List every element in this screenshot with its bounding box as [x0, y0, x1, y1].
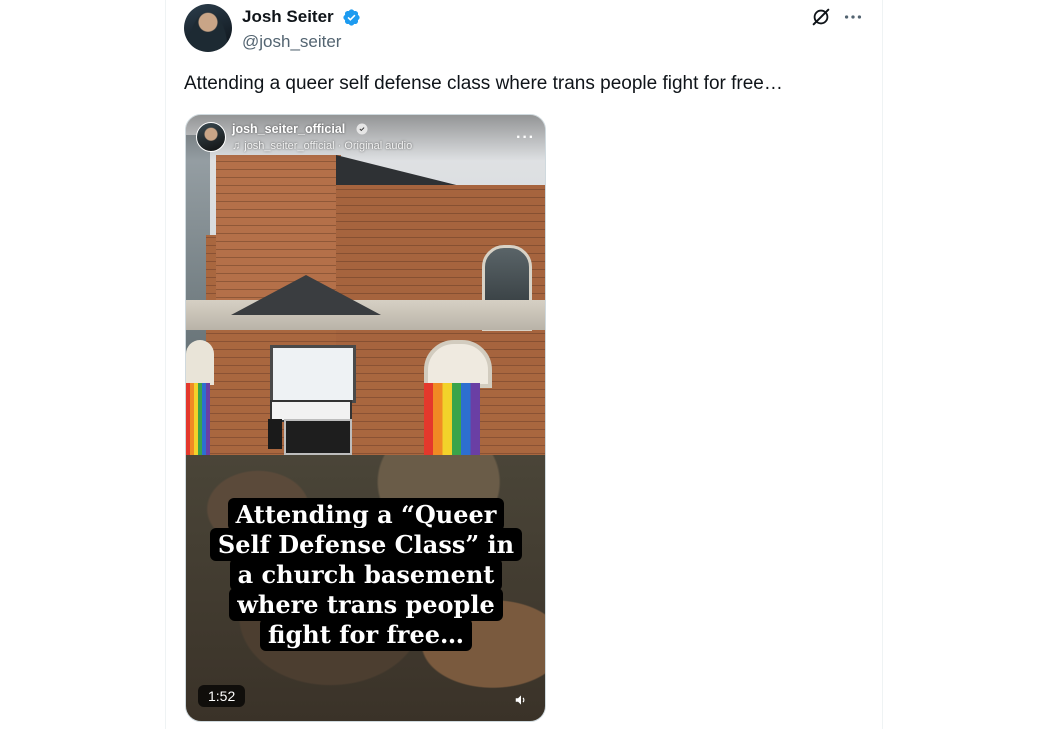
video-overlay-audio: ♫ josh_seiter_official · Original audio: [232, 140, 412, 152]
video-overlay-avatar: [196, 122, 226, 152]
video-caption-line: where trans people: [229, 588, 503, 621]
video-frame-stone-band: [186, 300, 545, 330]
grok-icon[interactable]: [810, 6, 832, 28]
video-caption-line: a church basement: [229, 558, 503, 591]
video-caption-line: Self Defense Class” in: [209, 528, 523, 561]
tweet-text: Attending a queer self defense class whe…: [184, 73, 783, 94]
volume-icon[interactable]: [514, 693, 528, 707]
video-frame-door-arch: [424, 340, 492, 388]
video-caption-line: fight for free…: [260, 618, 472, 651]
verified-badge-icon: [356, 123, 368, 135]
more-icon[interactable]: [842, 6, 864, 28]
video-frame-church-sign: [270, 345, 356, 403]
verified-badge-icon: [343, 9, 360, 26]
video-duration: 1:52: [198, 685, 246, 707]
author-display-name[interactable]: Josh Seiter: [242, 7, 334, 27]
video-caption-line: Attending a “Queer: [227, 498, 505, 531]
video-frame-door-arch: [186, 340, 214, 385]
music-note-icon: ♫: [232, 140, 241, 152]
video-overlay-audio-label: josh_seiter_official · Original audio: [244, 140, 413, 152]
video-overlay-username: josh_seiter_official: [232, 122, 346, 136]
video-frame-church-sign: [284, 419, 352, 455]
author-handle[interactable]: @josh_seiter: [242, 32, 341, 52]
video-frame-church-tower: [216, 155, 341, 305]
video-more-icon[interactable]: ···: [516, 129, 535, 147]
video-caption: Attending a “Queer Self Defense Class” i…: [206, 498, 526, 651]
video-frame-cross-sign: [268, 419, 282, 449]
video-player[interactable]: josh_seiter_official ♫ josh_seiter_offici…: [185, 114, 546, 722]
author-avatar[interactable]: [184, 4, 232, 52]
